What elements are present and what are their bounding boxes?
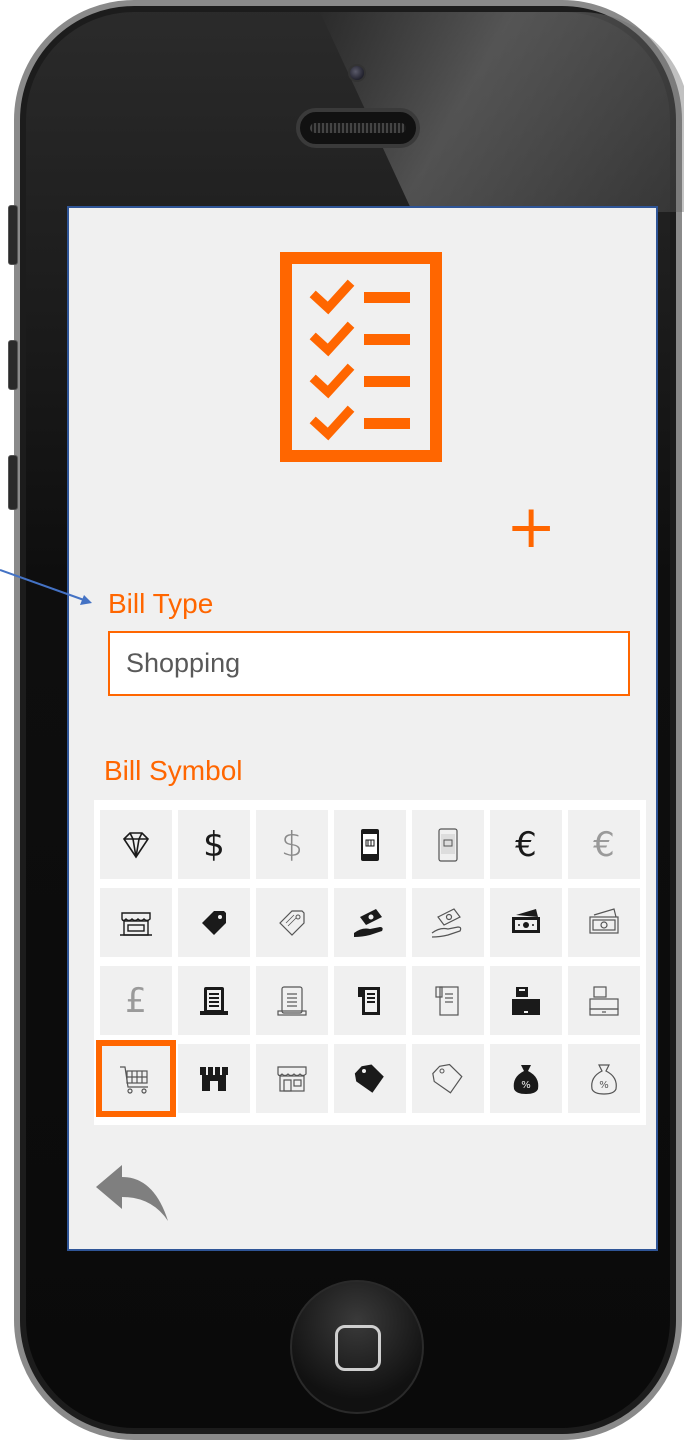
tag-solid-icon[interactable]	[334, 1044, 406, 1113]
add-icon[interactable]: +	[506, 497, 556, 557]
receipt-icon[interactable]	[178, 966, 250, 1035]
tag-outline-icon[interactable]	[412, 1044, 484, 1113]
symbol-grid: $ $ € € £ % %	[94, 800, 646, 1125]
euro-thin-icon[interactable]: €	[568, 810, 640, 879]
svg-text:%: %	[599, 1080, 609, 1091]
price-tag-thin-icon[interactable]	[256, 888, 328, 957]
annotation-arrow	[0, 569, 92, 605]
mute-switch	[8, 205, 18, 265]
mobile-cart-icon[interactable]	[334, 810, 406, 879]
front-camera	[348, 64, 366, 82]
shop-thin-icon[interactable]	[256, 1044, 328, 1113]
receipt-roll-icon[interactable]	[334, 966, 406, 1035]
dollar-icon[interactable]: $	[178, 810, 250, 879]
hand-cash-thin-icon[interactable]	[412, 888, 484, 957]
volume-up-button	[8, 340, 18, 390]
hand-cash-icon[interactable]	[334, 888, 406, 957]
svg-text:%: %	[521, 1080, 531, 1091]
shopping-cart-icon[interactable]	[96, 1040, 176, 1117]
receipt-thin-icon[interactable]	[256, 966, 328, 1035]
price-tag-icon[interactable]	[178, 888, 250, 957]
store-awning-icon[interactable]	[100, 888, 172, 957]
shop-icon[interactable]	[178, 1044, 250, 1113]
bill-type-field[interactable]: Shopping	[108, 631, 630, 696]
diamond-icon[interactable]	[100, 810, 172, 879]
mobile-cart-thin-icon[interactable]	[412, 810, 484, 879]
home-button[interactable]	[290, 1280, 424, 1414]
money-bag-thin-icon[interactable]: %	[568, 1044, 640, 1113]
checklist-icon	[280, 252, 442, 462]
pound-thin-icon[interactable]: £	[100, 966, 172, 1035]
bill-symbol-label: Bill Symbol	[104, 755, 243, 786]
volume-down-button	[8, 455, 18, 510]
home-square-icon	[335, 1325, 381, 1371]
euro-icon[interactable]: €	[490, 810, 562, 879]
dollar-thin-icon[interactable]: $	[256, 810, 328, 879]
receipt-roll-thin-icon[interactable]	[412, 966, 484, 1035]
cash-register-icon[interactable]	[490, 966, 562, 1035]
back-arrow-icon[interactable]	[92, 1163, 172, 1225]
earpiece-speaker	[296, 108, 420, 148]
cash-register-thin-icon[interactable]	[568, 966, 640, 1035]
cash-bill-thin-icon[interactable]	[568, 888, 640, 957]
bill-type-label: Bill Type	[108, 588, 214, 619]
cash-bill-icon[interactable]	[490, 888, 562, 957]
money-bag-icon[interactable]: %	[490, 1044, 562, 1113]
